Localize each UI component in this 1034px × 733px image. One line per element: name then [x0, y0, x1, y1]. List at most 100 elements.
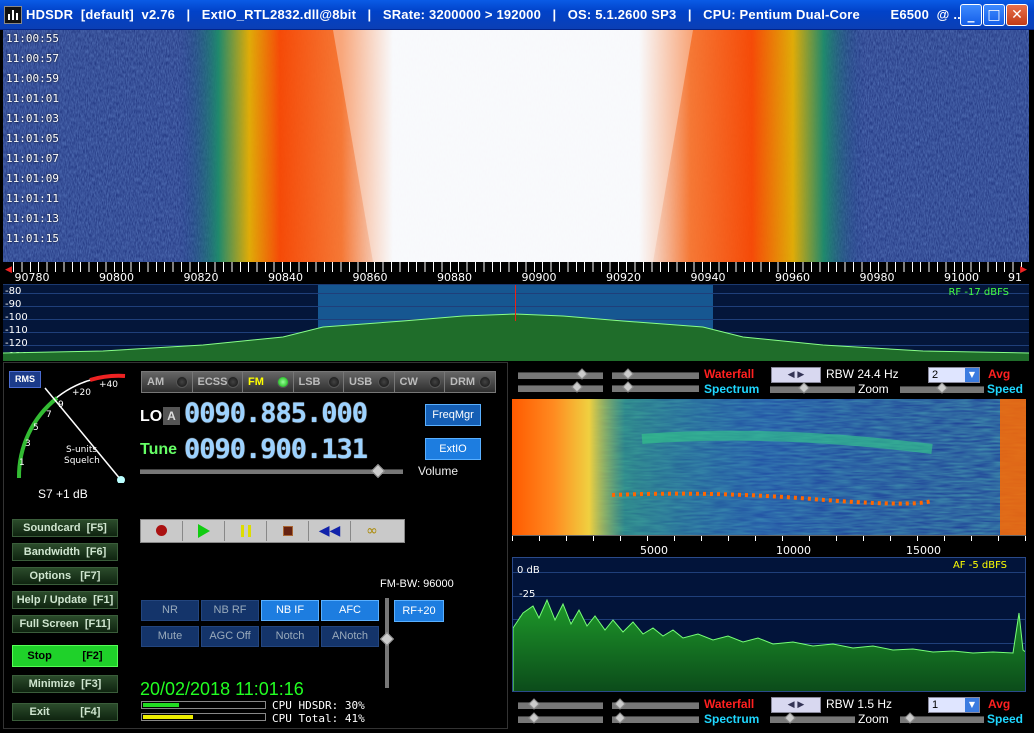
bandwidth-button[interactable]: Bandwidth [F6]: [12, 543, 118, 561]
tune-frequency[interactable]: 0090.900.131: [184, 434, 368, 465]
afc-button[interactable]: AFC: [321, 600, 379, 621]
hdsdr-app-icon: [4, 6, 22, 24]
mode-label: CW: [399, 376, 418, 388]
smeter-scale-40: +40: [99, 380, 118, 390]
mute-button[interactable]: Mute: [141, 626, 199, 647]
waterfall-timestamp: 11:01:11: [6, 192, 59, 205]
af-rbw-spinner[interactable]: ◀ ▶: [771, 697, 821, 713]
minimize-button[interactable]: _: [960, 4, 982, 26]
mode-drm-button[interactable]: DRM: [444, 371, 496, 393]
rf-spectrum-brightness-slider[interactable]: [612, 381, 699, 393]
rf-zoom-slider[interactable]: [770, 382, 855, 394]
minimize-button[interactable]: Minimize [F3]: [12, 675, 118, 693]
cpu-hdsdr-label: CPU HDSDR: 30%: [272, 699, 365, 712]
af-spectrum-label: Spectrum: [704, 712, 760, 726]
options-button[interactable]: Options [F7]: [12, 567, 118, 585]
rf-level: RF -17 dBFS: [948, 287, 1009, 298]
af-speed-label: Speed: [987, 712, 1024, 726]
close-button[interactable]: ✕: [1006, 4, 1028, 26]
mode-cw-button[interactable]: CW: [393, 371, 446, 393]
smeter-scale-20: +20: [72, 388, 91, 398]
nr-button[interactable]: NR: [141, 600, 199, 621]
rewind-icon: ◀◀: [318, 523, 341, 539]
record-button[interactable]: [141, 521, 183, 541]
af-spectrum-contrast-slider[interactable]: [518, 712, 603, 724]
mode-ecss-button[interactable]: ECSS: [191, 371, 244, 393]
rf-spectrum-contrast-slider[interactable]: [518, 381, 603, 393]
tune-marker[interactable]: [515, 285, 516, 321]
squelch-slider[interactable]: [379, 598, 395, 688]
loop-icon: ∞: [366, 523, 378, 539]
mode-label: FM: [248, 376, 264, 388]
waterfall-timestamp: 11:00:57: [6, 52, 59, 65]
loop-button[interactable]: ∞: [351, 521, 393, 541]
mode-led-icon: [378, 376, 390, 388]
waterfall-timestamp: 11:01:07: [6, 152, 59, 165]
rf-speed-slider[interactable]: [900, 382, 984, 394]
af-zoom-slider[interactable]: [770, 712, 855, 724]
af-spectrum-trace: [513, 598, 1025, 691]
nb-if-button[interactable]: NB IF: [261, 600, 319, 621]
af-spectrum-brightness-slider[interactable]: [612, 712, 699, 724]
cpu-total-label: CPU Total: 41%: [272, 712, 365, 725]
stop-button[interactable]: Stop [F2]: [12, 645, 118, 667]
lo-label: LO: [140, 408, 163, 425]
soundcard-button[interactable]: Soundcard [F5]: [12, 519, 118, 537]
af-speed-slider[interactable]: [900, 712, 984, 724]
stop-record-button[interactable]: [267, 521, 309, 541]
chevron-down-icon: ▼: [965, 698, 979, 712]
scroll-left-icon[interactable]: ◀: [5, 265, 12, 275]
lo-a-button[interactable]: A: [163, 407, 180, 425]
ruler-label: 90980: [859, 271, 895, 284]
af-axis-15000: 15000: [906, 544, 941, 557]
tune-label: Tune: [140, 441, 178, 458]
rf-rbw-spinner[interactable]: ◀ ▶: [771, 367, 821, 383]
rf20-button[interactable]: RF+20: [394, 600, 444, 622]
play-button[interactable]: [183, 521, 225, 541]
mode-lsb-button[interactable]: LSB: [292, 371, 345, 393]
anotch-button[interactable]: ANotch: [321, 626, 379, 647]
chevron-down-icon: ▼: [965, 368, 979, 382]
maximize-button[interactable]: □: [983, 4, 1005, 26]
rf-avg-select[interactable]: 2 ▼: [928, 367, 980, 383]
rf-waterfall-contrast-slider[interactable]: [518, 368, 603, 380]
notch-button[interactable]: Notch: [261, 626, 319, 647]
af-zoom-label: Zoom: [858, 712, 889, 726]
af-avg-select[interactable]: 1 ▼: [928, 697, 980, 713]
freqmgr-button[interactable]: FreqMgr: [425, 404, 481, 426]
rf-waterfall-image: [3, 30, 1029, 262]
ruler-label: 90880: [437, 271, 472, 284]
af-waterfall-contrast-slider[interactable]: [518, 698, 603, 710]
pause-icon: [240, 525, 251, 537]
help-update-button[interactable]: Help / Update [F1]: [12, 591, 118, 609]
rf-speed-label: Speed: [987, 382, 1024, 396]
rf-waterfall-brightness-slider[interactable]: [612, 368, 699, 380]
rewind-button[interactable]: ◀◀: [309, 521, 351, 541]
ruler-label: 90960: [775, 271, 810, 284]
nb-rf-button[interactable]: NB RF: [201, 600, 259, 621]
mode-am-button[interactable]: AM: [141, 371, 193, 393]
exit-button[interactable]: Exit [F4]: [12, 703, 118, 721]
full-screen-button[interactable]: Full Screen [F11]: [12, 615, 118, 633]
ruler-label: 90920: [606, 271, 641, 284]
agc-off-button[interactable]: AGC Off: [201, 626, 259, 647]
title-bar[interactable]: HDSDR [default] v2.76 | ExtIO_RTL2832.dl…: [0, 0, 1034, 30]
pause-button[interactable]: [225, 521, 267, 541]
scroll-right-icon[interactable]: ▶: [1020, 265, 1027, 275]
af-spectrum[interactable]: 0 dB-25-50-75-100-125 AF -5 dBFS: [512, 557, 1026, 692]
rf-spectrum[interactable]: -80-90-100-110-120-130 RF -17 dBFS: [3, 284, 1029, 362]
mode-usb-button[interactable]: USB: [343, 371, 395, 393]
volume-slider[interactable]: [140, 463, 403, 479]
smeter-scale-7: 7: [46, 410, 52, 420]
mode-led-icon: [176, 376, 188, 388]
mode-fm-button[interactable]: FM: [242, 371, 294, 393]
af-waterfall-brightness-slider[interactable]: [612, 698, 699, 710]
frequency-ruler[interactable]: ◀ 90780 90800 90820 90840 90860 90880 90900 909…: [3, 262, 1029, 284]
ruler-label: 90800: [99, 271, 134, 284]
lo-frequency[interactable]: 0090.885.000: [184, 398, 368, 429]
af-waterfall[interactable]: [512, 399, 1026, 535]
rf-waterfall[interactable]: 11:00:55 11:00:57 11:00:59 11:01:01 11:01:03…: [3, 30, 1029, 262]
waterfall-timestamp: 11:00:55: [6, 32, 59, 45]
extio-button[interactable]: ExtIO: [425, 438, 481, 460]
mode-label: AM: [147, 376, 165, 388]
